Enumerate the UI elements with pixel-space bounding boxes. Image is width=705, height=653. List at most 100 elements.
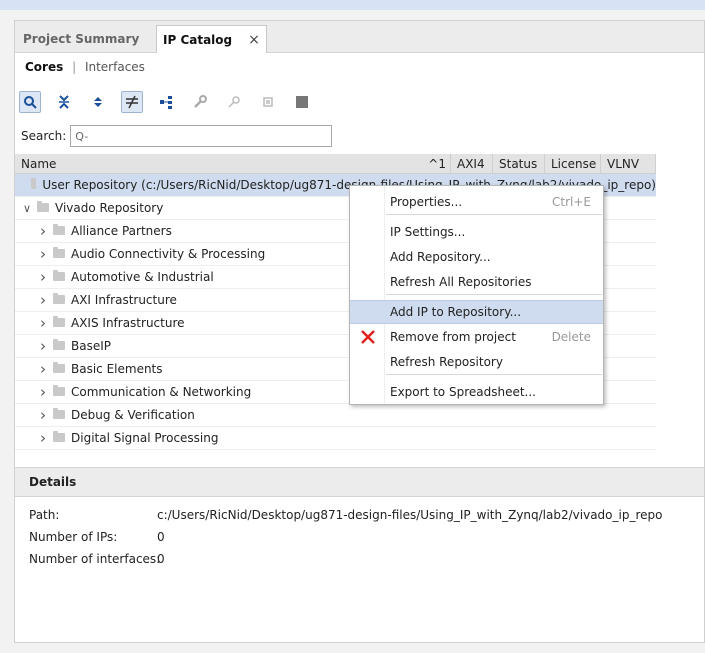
separator: | (72, 60, 77, 74)
license-button[interactable] (223, 91, 245, 113)
hierarchy-button[interactable] (155, 91, 177, 113)
chip-icon (263, 97, 273, 107)
tree-row-label: Automotive & Industrial (71, 270, 214, 284)
folder-icon (53, 315, 65, 327)
tree-row[interactable]: › Debug & Verification (15, 404, 656, 427)
menu-item-shortcut: Delete (551, 330, 591, 344)
tree-row-label: AXIS Infrastructure (71, 316, 185, 330)
folder-icon (53, 407, 65, 419)
tab-label: IP Catalog (163, 32, 233, 47)
menu-item[interactable]: Refresh All Repositories (350, 270, 603, 294)
tab-ip-catalog[interactable]: IP Catalog × (156, 25, 267, 53)
title-strip (0, 0, 705, 10)
hierarchy-icon (160, 96, 172, 109)
settings-button[interactable] (189, 91, 211, 113)
folder-icon (53, 338, 65, 350)
chevron-down-icon[interactable]: ∨ (21, 202, 33, 215)
folder-icon (53, 269, 65, 281)
interfaces-link[interactable]: Interfaces (85, 60, 145, 74)
tree-row-label: Digital Signal Processing (71, 431, 219, 445)
menu-item[interactable]: Remove from project Delete (350, 325, 603, 349)
filter-icon (126, 95, 138, 109)
folder-icon (53, 361, 65, 373)
folder-icon (37, 200, 49, 212)
chevron-right-icon[interactable]: › (37, 291, 49, 309)
column-header-license[interactable]: License (545, 154, 601, 173)
menu-item-label: Refresh All Repositories (390, 275, 532, 289)
tab-project-summary[interactable]: Project Summary × (17, 25, 173, 53)
tab-label: Project Summary (23, 32, 140, 46)
chip-button[interactable] (257, 91, 279, 113)
collapse-all-icon (59, 95, 69, 109)
stop-button[interactable] (291, 91, 313, 113)
collapse-all-button[interactable] (53, 91, 75, 113)
search-button[interactable] (19, 91, 41, 113)
menu-item-label: IP Settings... (390, 225, 466, 239)
menu-item[interactable]: Add IP to Repository... (350, 300, 603, 324)
menu-item[interactable]: IP Settings... (350, 220, 603, 244)
search-input[interactable]: Q- (70, 125, 333, 147)
chevron-right-icon[interactable]: › (37, 360, 49, 378)
search-row: Search: Q- (21, 125, 333, 147)
details-header: Details (15, 467, 704, 497)
toolbar (19, 89, 325, 115)
interfaces-count-value: 0 (157, 552, 165, 566)
menu-item-label: Add IP to Repository... (390, 305, 522, 319)
column-header-vlnv[interactable]: VLNV (601, 154, 656, 173)
column-header-axi4[interactable]: AXI4 (451, 154, 493, 173)
tree-row-label: Alliance Partners (71, 224, 172, 238)
tree-row-label: Basic Elements (71, 362, 163, 376)
close-icon[interactable]: × (248, 32, 260, 48)
menu-item-label: Export to Spreadsheet... (390, 385, 536, 399)
column-header-name[interactable]: Name ^1 (15, 154, 451, 173)
menu-item[interactable]: Properties... Ctrl+E (350, 190, 603, 214)
chevron-right-icon[interactable]: › (37, 268, 49, 286)
view-switcher: Cores | Interfaces (25, 60, 145, 74)
menu-item-shortcut: Ctrl+E (552, 195, 591, 209)
folder-icon (53, 246, 65, 258)
menu-separator (386, 214, 602, 215)
tree-row[interactable]: › Digital Signal Processing (15, 427, 656, 450)
menu-item-label: Refresh Repository (390, 355, 503, 369)
menu-item[interactable]: Add Repository... (350, 245, 603, 269)
menu-separator (386, 294, 602, 295)
chevron-right-icon[interactable]: › (37, 383, 49, 401)
column-header-status[interactable]: Status (493, 154, 545, 173)
folder-icon (30, 177, 37, 189)
chevron-right-icon[interactable]: › (37, 245, 49, 263)
filter-button[interactable] (121, 91, 143, 113)
key-icon (228, 96, 240, 108)
folder-icon (53, 430, 65, 442)
table-header: Name ^1 AXI4 Status License VLNV (15, 154, 656, 174)
chevron-right-icon[interactable]: › (37, 314, 49, 332)
tree-row-label: BaseIP (71, 339, 111, 353)
tree-row-label: Vivado Repository (55, 201, 164, 215)
tree-row-label: Audio Connectivity & Processing (71, 247, 266, 261)
expand-all-button[interactable] (87, 91, 109, 113)
ips-count-label: Number of IPs: (29, 530, 118, 544)
red-x-icon (361, 330, 375, 344)
menu-item-label: Remove from project (390, 330, 516, 344)
folder-icon (53, 292, 65, 304)
search-placeholder: Q- (75, 129, 89, 143)
folder-icon (53, 223, 65, 235)
chevron-right-icon[interactable]: › (37, 337, 49, 355)
search-label: Search: (21, 129, 67, 143)
chevron-right-icon[interactable]: › (37, 406, 49, 424)
chevron-right-icon[interactable]: › (37, 222, 49, 240)
path-value: c:/Users/RicNid/Desktop/ug871-design-fil… (157, 508, 663, 522)
menu-item[interactable]: Export to Spreadsheet... (350, 380, 603, 404)
tree-row-label: Debug & Verification (71, 408, 195, 422)
menu-separator (386, 374, 602, 375)
interfaces-count-label: Number of interfaces: (29, 552, 161, 566)
context-menu: Properties... Ctrl+E IP Settings... Add Rep… (349, 185, 604, 405)
path-label: Path: (29, 508, 60, 522)
cores-link[interactable]: Cores (25, 60, 63, 74)
chevron-right-icon[interactable]: › (37, 429, 49, 447)
tab-bar: Project Summary × IP Catalog × (15, 21, 704, 53)
menu-item[interactable]: Refresh Repository (350, 350, 603, 374)
menu-item-label: Add Repository... (390, 250, 491, 264)
ips-count-value: 0 (157, 530, 165, 544)
tree-row-label: Communication & Networking (71, 385, 252, 399)
tree-row-label: AXI Infrastructure (71, 293, 177, 307)
